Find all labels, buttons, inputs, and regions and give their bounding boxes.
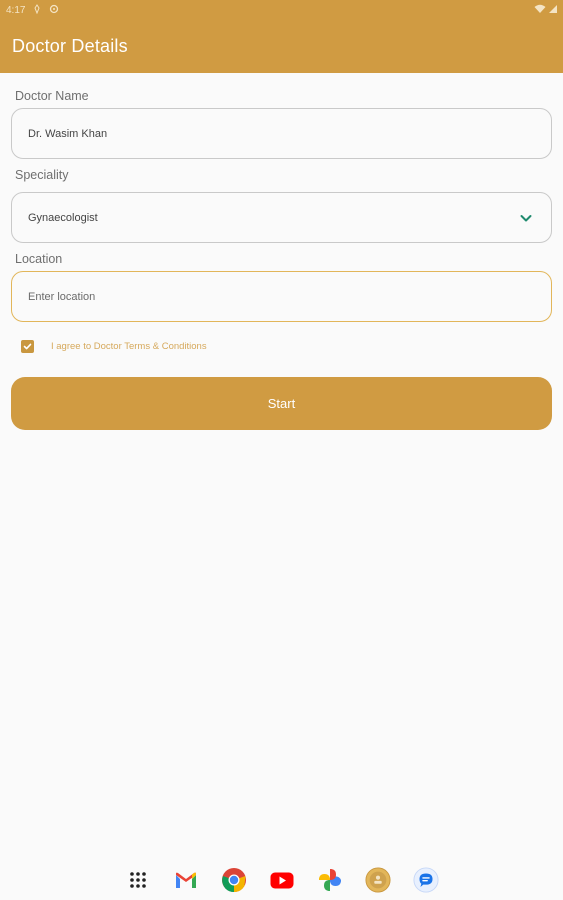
- notification-icon: [33, 3, 41, 17]
- app-logo-icon[interactable]: [364, 867, 391, 893]
- settings-status-icon: [49, 4, 59, 17]
- chevron-down-icon: [519, 211, 533, 225]
- doctor-name-value: Dr. Wasim Khan: [28, 127, 108, 140]
- terms-link[interactable]: I agree to Doctor Terms & Conditions: [51, 341, 207, 352]
- photos-icon[interactable]: [317, 867, 343, 893]
- gmail-icon[interactable]: [173, 867, 199, 893]
- page-title: Doctor Details: [12, 36, 128, 56]
- start-button[interactable]: Start: [11, 377, 552, 430]
- wifi-icon: [534, 4, 546, 17]
- location-placeholder: Enter location: [28, 290, 96, 303]
- speciality-value: Gynaecologist: [28, 211, 98, 224]
- terms-checkbox[interactable]: [21, 340, 34, 353]
- status-bar: 4:17: [0, 0, 563, 20]
- doctor-name-label: Doctor Name: [15, 89, 89, 103]
- location-label: Location: [15, 252, 63, 266]
- terms-row: I agree to Doctor Terms & Conditions: [21, 340, 207, 353]
- app-dock: [0, 862, 563, 898]
- location-input[interactable]: Enter location: [11, 271, 552, 322]
- status-time: 4:17: [6, 4, 26, 16]
- messages-icon[interactable]: [412, 867, 439, 893]
- signal-icon: [549, 4, 557, 17]
- speciality-dropdown[interactable]: Gynaecologist: [11, 192, 552, 243]
- chrome-icon[interactable]: [221, 867, 247, 893]
- app-drawer-icon[interactable]: [125, 867, 151, 893]
- app-bar: Doctor Details: [0, 20, 563, 73]
- youtube-icon[interactable]: [269, 867, 295, 893]
- speciality-label: Speciality: [15, 168, 69, 182]
- doctor-name-field[interactable]: Dr. Wasim Khan: [11, 108, 552, 159]
